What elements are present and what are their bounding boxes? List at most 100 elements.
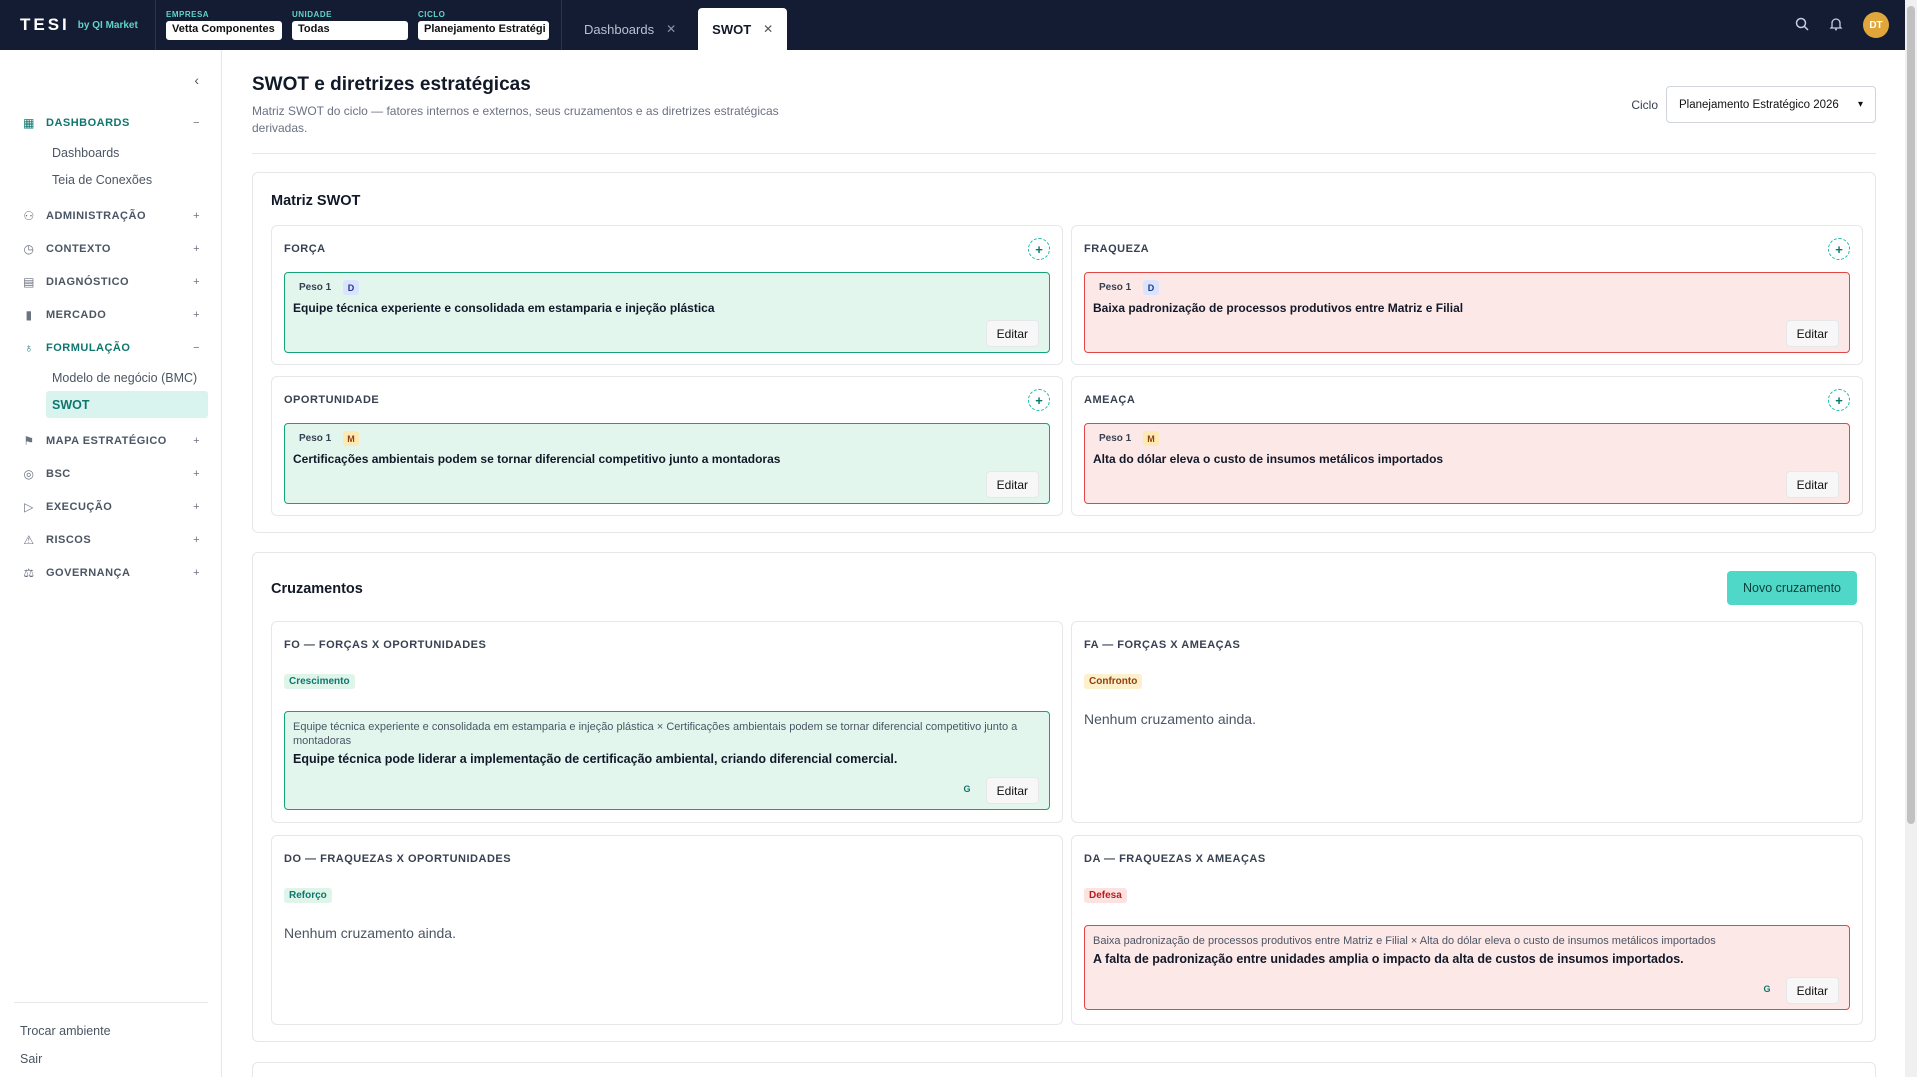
add-icon[interactable]: + xyxy=(1828,389,1850,411)
sidebar-item-bsc[interactable]: ◎ BSC + xyxy=(0,457,222,490)
tab-dashboards[interactable]: Dashboards ✕ xyxy=(570,8,690,50)
search-icon[interactable] xyxy=(1795,17,1809,34)
edit-button[interactable]: Editar xyxy=(985,777,1039,804)
cycle-label: Ciclo xyxy=(1631,97,1658,112)
empty-state: Nenhum cruzamento ainda. xyxy=(284,925,456,941)
sidebar-item-label: CONTEXTO xyxy=(46,242,111,255)
swot-item-text: Certificações ambientais podem se tornar… xyxy=(293,452,781,466)
swot-quadrant-ameaca: AMEAÇA + Peso 1 M Alta do dólar eleva o … xyxy=(1071,376,1863,516)
sidebar-item-contexto[interactable]: ◷ CONTEXTO + xyxy=(0,232,222,265)
close-icon[interactable]: ✕ xyxy=(666,22,676,36)
edit-button[interactable]: Editar xyxy=(1785,320,1839,347)
sidebar-item-mapa-estrategico[interactable]: ⚑ MAPA ESTRATÉGICO + xyxy=(0,424,222,457)
bar-chart-icon: ▮ xyxy=(25,307,33,322)
crossing-block-fo: FO — FORÇAS X OPORTUNIDADES Crescimento … xyxy=(271,621,1063,823)
crossing-title: DA — FRAQUEZAS X AMEAÇAS xyxy=(1084,853,1266,865)
logo-subtitle: by QI Market xyxy=(77,19,138,31)
crossing-title: FO — FORÇAS X OPORTUNIDADES xyxy=(284,639,487,651)
logout-link[interactable]: Sair xyxy=(0,1045,222,1073)
crossing-item: Baixa padronização de processos produtiv… xyxy=(1084,925,1850,1010)
flag-icon: ⚑ xyxy=(23,433,35,448)
crossing-title: FA — FORÇAS X AMEAÇAS xyxy=(1084,639,1241,651)
weight-label: Peso 1 xyxy=(299,282,332,293)
new-crossing-button[interactable]: Novo cruzamento xyxy=(1727,571,1857,605)
sidebar-item-mercado[interactable]: ▮ MERCADO + xyxy=(0,298,222,331)
scrollbar[interactable] xyxy=(1905,0,1917,1077)
expand-icon: + xyxy=(193,275,200,288)
users-icon: ⚇ xyxy=(23,208,35,223)
add-icon[interactable]: + xyxy=(1028,389,1050,411)
unidade-selector: UNIDADE Todas xyxy=(292,10,408,40)
avatar[interactable]: DT xyxy=(1863,12,1889,38)
impact-badge: M xyxy=(1143,431,1159,446)
sidebar: ‹ ▦ DASHBOARDS − Dashboards Teia de Cone… xyxy=(0,50,222,1077)
page-description: Matriz SWOT do ciclo — fatores internos … xyxy=(252,104,779,135)
category-tag: Crescimento xyxy=(284,674,355,689)
sidebar-item-label: GOVERNANÇA xyxy=(46,566,131,579)
expand-icon: + xyxy=(193,533,200,546)
swot-item: Peso 1 M Alta do dólar eleva o custo de … xyxy=(1084,423,1850,504)
sidebar-item-dashboards[interactable]: ▦ DASHBOARDS − xyxy=(0,106,222,139)
sidebar-item-diagnostico[interactable]: ▤ DIAGNÓSTICO + xyxy=(0,265,222,298)
edit-button[interactable]: Editar xyxy=(985,471,1039,498)
page-header: SWOT e diretrizes estratégicas Matriz SW… xyxy=(252,74,1876,137)
sidebar-subitem-teia[interactable]: Teia de Conexões xyxy=(0,166,222,193)
lightbulb-icon: ♁ xyxy=(24,340,34,355)
status-badge: G xyxy=(963,784,971,794)
sidebar-subitem-dashboards[interactable]: Dashboards xyxy=(0,139,222,166)
swot-matrix-title: Matriz SWOT xyxy=(271,193,361,209)
expand-icon: + xyxy=(193,467,200,480)
ciclo-select[interactable]: Planejamento Estratégi xyxy=(418,21,549,40)
clipboard-icon: ▤ xyxy=(23,274,35,289)
crossing-source: Baixa padronização de processos produtiv… xyxy=(1093,935,1716,947)
sidebar-item-administracao[interactable]: ⚇ ADMINISTRAÇÃO + xyxy=(0,199,222,232)
sidebar-item-formulacao[interactable]: ♁ FORMULAÇÃO − xyxy=(0,331,222,364)
sidebar-item-label: BSC xyxy=(46,467,71,480)
sidebar-item-label: RISCOS xyxy=(46,533,92,546)
tab-swot[interactable]: SWOT ✕ xyxy=(698,8,788,50)
category-tag: Reforço xyxy=(284,888,332,903)
sidebar-subitem-swot[interactable]: SWOT xyxy=(46,391,208,418)
sidebar-item-execucao[interactable]: ▷ EXECUÇÃO + xyxy=(0,490,222,523)
close-icon[interactable]: ✕ xyxy=(763,22,773,36)
add-icon[interactable]: + xyxy=(1828,238,1850,260)
edit-button[interactable]: Editar xyxy=(1785,977,1839,1004)
compass-icon: ◷ xyxy=(23,241,35,256)
edit-button[interactable]: Editar xyxy=(985,320,1039,347)
target-icon: ◎ xyxy=(23,466,35,481)
logo[interactable]: TESI by QI Market xyxy=(0,0,156,50)
unidade-select[interactable]: Todas xyxy=(292,21,408,40)
switch-environment-link[interactable]: Trocar ambiente xyxy=(0,1017,222,1045)
sidebar-item-label: EXECUÇÃO xyxy=(46,500,113,513)
edit-button[interactable]: Editar xyxy=(1785,471,1839,498)
impact-badge: D xyxy=(343,280,359,295)
next-panel xyxy=(252,1062,1876,1077)
quadrant-title: FORÇA xyxy=(284,243,326,255)
expand-icon: + xyxy=(193,242,200,255)
dashboard-icon: ▦ xyxy=(23,115,35,130)
scrollbar-thumb[interactable] xyxy=(1907,6,1915,824)
cycle-select[interactable]: Planejamento Estratégico 2026 ▾ xyxy=(1666,86,1876,123)
crossing-title: DO — FRAQUEZAS X OPORTUNIDADES xyxy=(284,853,512,865)
swot-quadrant-oportunidade: OPORTUNIDADE + Peso 1 M Certificações am… xyxy=(271,376,1063,516)
sidebar-item-label: DASHBOARDS xyxy=(46,116,130,129)
divider xyxy=(561,0,562,50)
impact-badge: D xyxy=(1143,280,1159,295)
category-tag: Defesa xyxy=(1084,888,1127,903)
empresa-select[interactable]: Vetta Componentes xyxy=(166,21,282,40)
sidebar-item-label: ADMINISTRAÇÃO xyxy=(46,209,146,222)
swot-item: Peso 1 D Equipe técnica experiente e con… xyxy=(284,272,1050,353)
bell-icon[interactable] xyxy=(1829,17,1843,34)
empresa-selector: EMPRESA Vetta Componentes xyxy=(166,10,282,40)
collapse-icon: − xyxy=(193,341,200,354)
weight-label: Peso 1 xyxy=(299,433,332,444)
add-icon[interactable]: + xyxy=(1028,238,1050,260)
category-tag: Confronto xyxy=(1084,674,1143,689)
chevron-left-icon[interactable]: ‹ xyxy=(194,72,199,88)
expand-icon: + xyxy=(193,209,200,222)
sidebar-subitem-bmc[interactable]: Modelo de negócio (BMC) xyxy=(0,364,222,391)
sidebar-footer: Trocar ambiente Sair xyxy=(0,1002,222,1073)
sidebar-item-riscos[interactable]: ⚠ RISCOS + xyxy=(0,523,222,556)
sidebar-item-governanca[interactable]: ⚖ GOVERNANÇA + xyxy=(0,556,222,589)
weight-label: Peso 1 xyxy=(1099,433,1132,444)
